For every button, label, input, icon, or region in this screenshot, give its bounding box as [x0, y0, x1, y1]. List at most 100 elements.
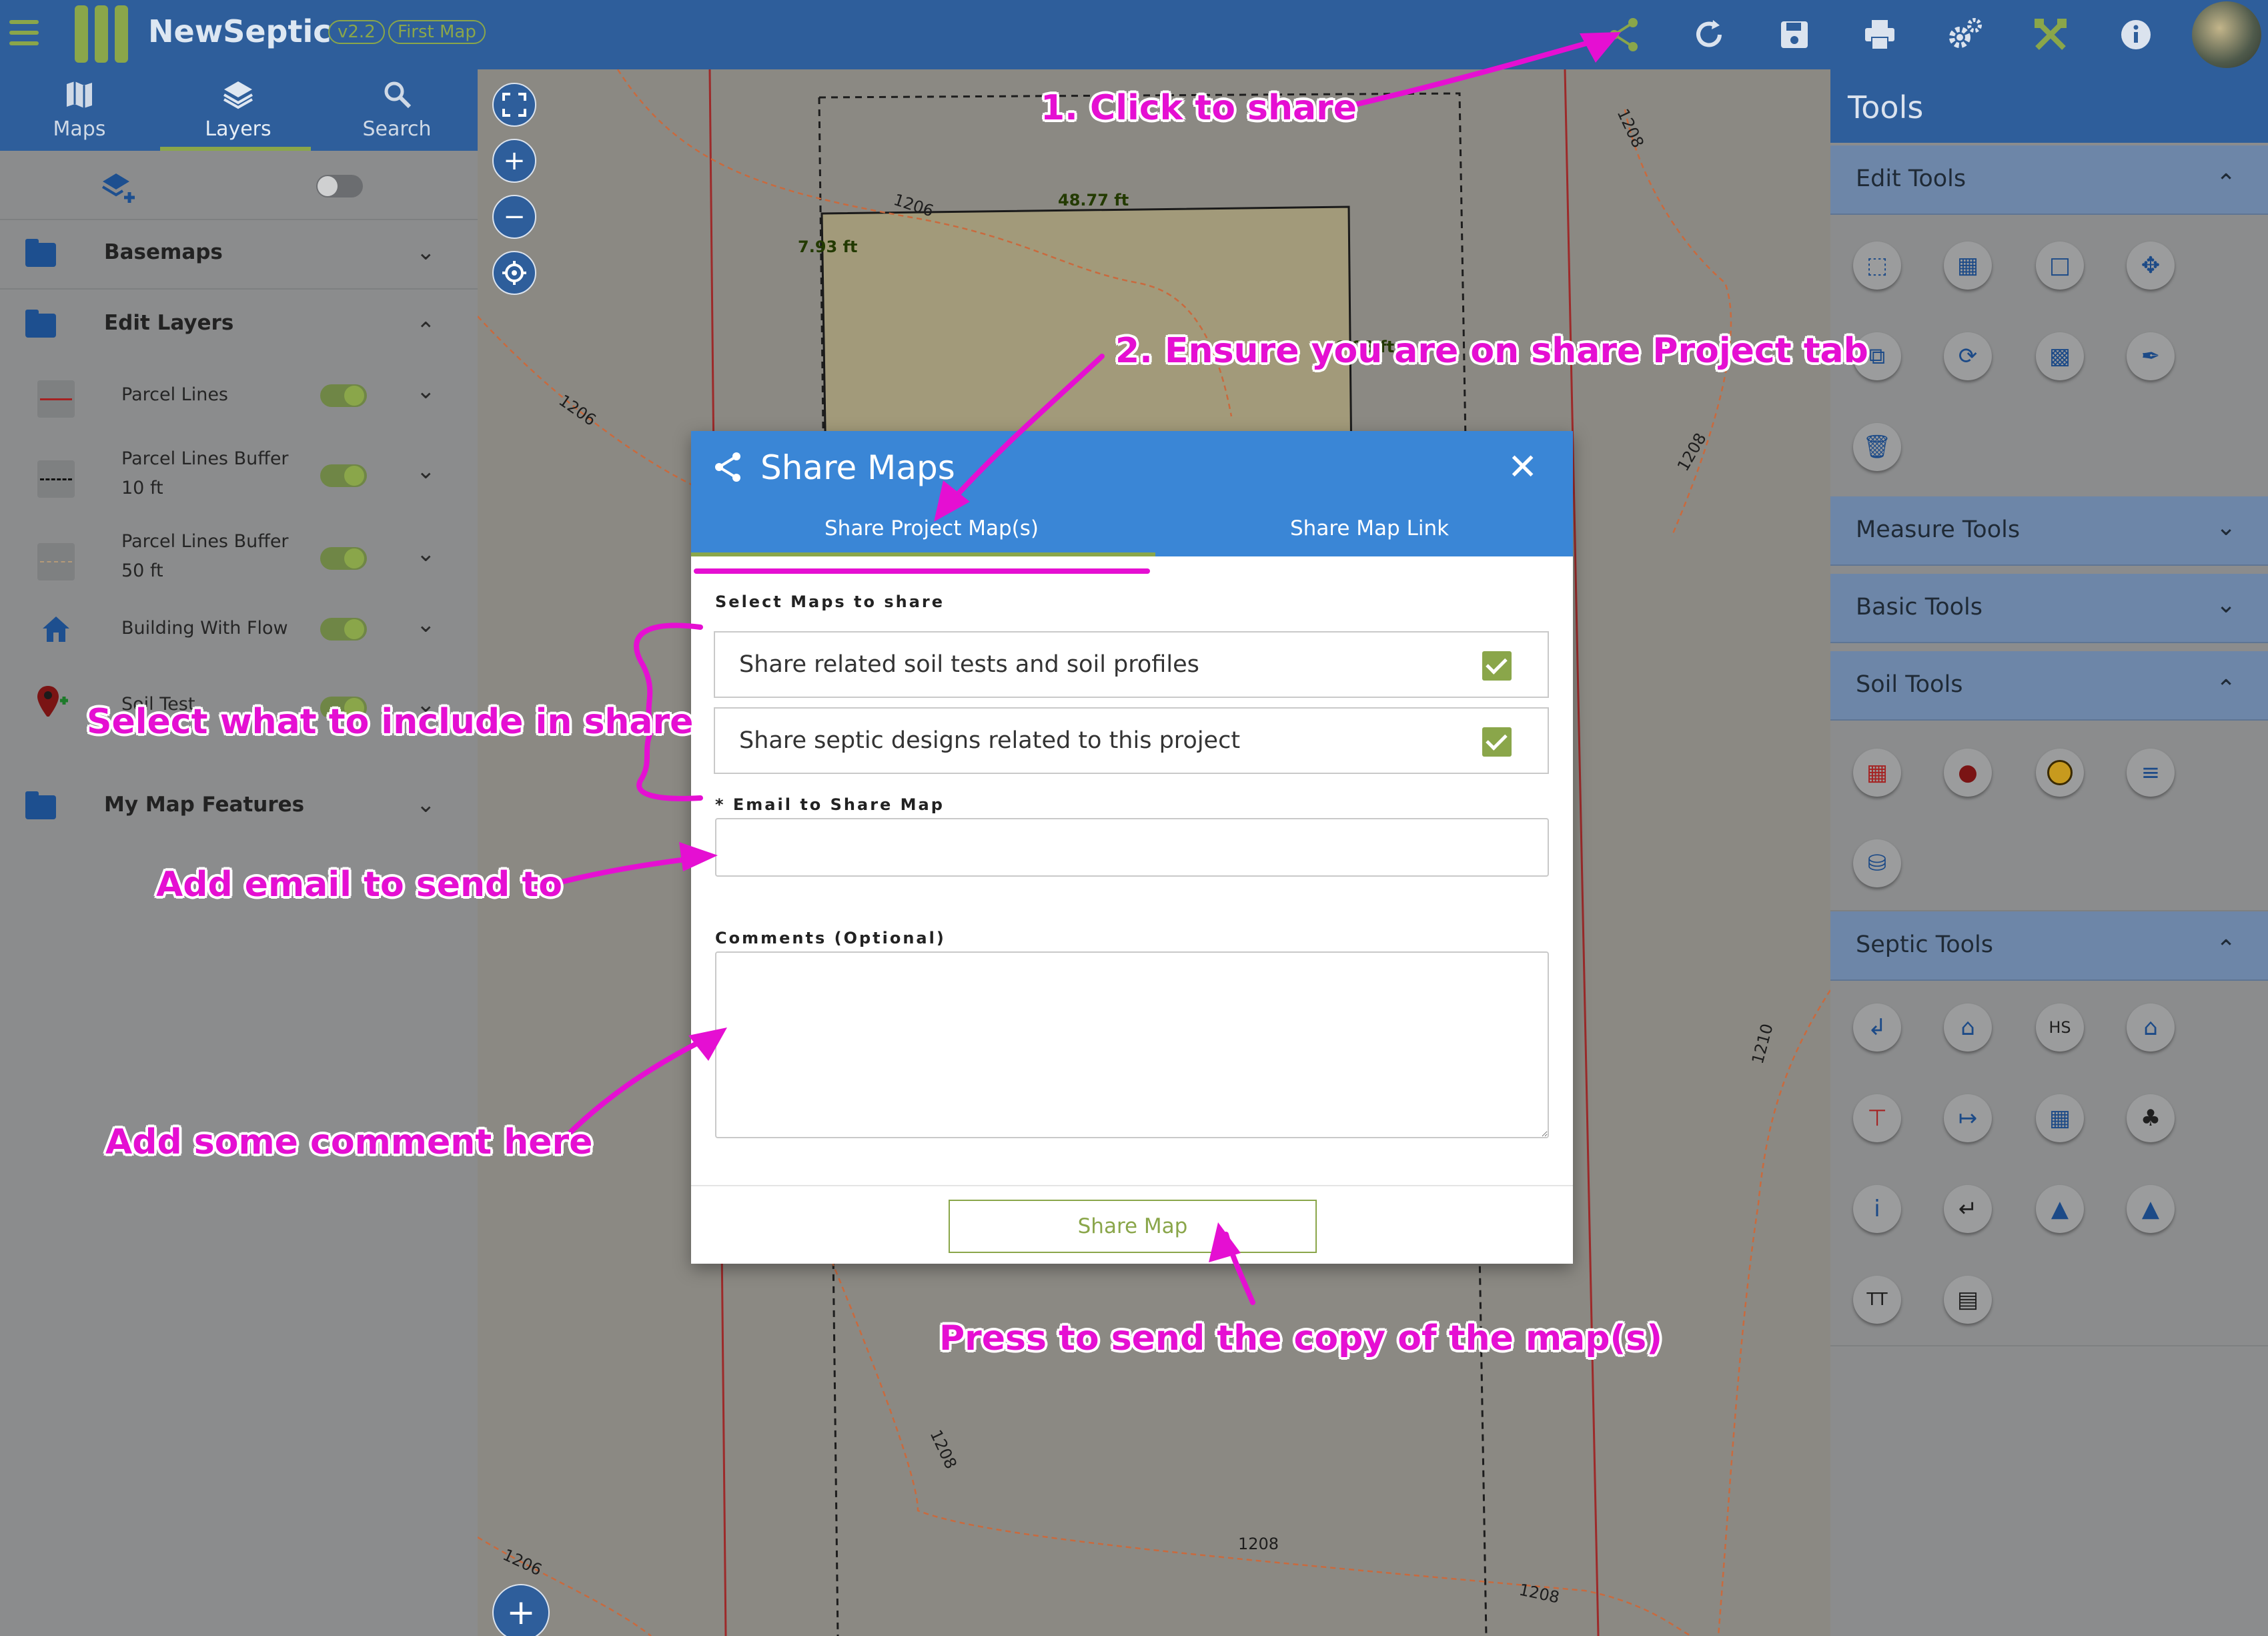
info-icon[interactable] [2116, 15, 2156, 55]
chevron-down-icon[interactable]: ⌄ [2216, 591, 2236, 619]
locate-button[interactable] [492, 251, 536, 295]
save-icon[interactable] [1774, 15, 1814, 55]
zoom-in-button[interactable]: + [492, 139, 536, 183]
comments-field[interactable] [715, 951, 1549, 1138]
settings-icon[interactable] [1945, 15, 1985, 55]
close-icon[interactable]: ✕ [1508, 446, 1538, 488]
crop-tool-icon[interactable]: □ [2036, 242, 2084, 290]
layer-toggle[interactable] [320, 464, 367, 487]
move-tool-icon[interactable]: ✥ [2127, 242, 2175, 290]
house-flow-tool-icon[interactable]: ⌂ [2127, 1003, 2175, 1052]
share-map-button[interactable]: Share Map [949, 1200, 1317, 1253]
layer-sub: 10 ft [121, 478, 163, 498]
drop-box-tool-icon[interactable]: ▲ [2036, 1185, 2084, 1233]
layer-toggle[interactable] [320, 618, 367, 641]
zoom-out-button[interactable]: − [492, 195, 536, 239]
folder-tool-icon[interactable]: ▤ [1944, 1276, 1992, 1324]
chevron-down-icon[interactable]: ⌄ [416, 791, 436, 818]
width-tool-icon[interactable]: ↦ [1944, 1094, 1992, 1142]
chevron-down-icon[interactable]: ⌄ [2216, 514, 2236, 541]
email-field[interactable] [715, 818, 1549, 877]
refresh-icon[interactable] [1689, 15, 1729, 55]
soil-circle-tool-icon[interactable] [2036, 749, 2084, 797]
group-edit-layers[interactable]: Edit Layers ⌃ [0, 291, 478, 360]
house-tool-icon[interactable]: ⌂ [1944, 1003, 1992, 1052]
chevron-down-icon[interactable]: ⌄ [416, 239, 436, 266]
section-measure-tools[interactable]: Measure Tools ⌄ [1830, 496, 2268, 566]
chevron-up-icon[interactable]: ⌃ [2216, 675, 2236, 703]
chevron-up-icon[interactable]: ⌃ [2216, 169, 2236, 197]
tree-tool-icon[interactable]: ♣ [2127, 1094, 2175, 1142]
dimension-label: 48.77 ft [1058, 191, 1129, 210]
chevron-down-icon[interactable]: ⌄ [416, 540, 436, 567]
map-name-badge: First Map [388, 20, 486, 44]
share-septic-option[interactable]: Share septic designs related to this pro… [714, 707, 1549, 774]
solid-line-symbol-icon [37, 380, 75, 418]
dimension-label: 7.93 ft [798, 238, 857, 256]
layer-toggle[interactable] [320, 384, 367, 407]
resize-tool-icon[interactable]: ▩ [2036, 332, 2084, 380]
chevron-down-icon[interactable]: ⌄ [416, 378, 436, 404]
tab-maps-label: Maps [53, 117, 106, 141]
top-bar: NewSeptic v2.2 First Map [0, 0, 2268, 69]
layers-master-toggle[interactable] [316, 175, 363, 197]
folder-icon [25, 310, 56, 338]
fullscreen-button[interactable] [492, 83, 536, 127]
tools-icon[interactable] [2031, 15, 2071, 55]
add-feature-button[interactable]: + [492, 1584, 550, 1636]
chevron-down-icon[interactable]: ⌄ [416, 611, 436, 638]
comments-label: Comments (Optional) [715, 929, 946, 947]
share-soil-option[interactable]: Share related soil tests and soil profil… [714, 631, 1549, 698]
soil-pin-tool-icon[interactable]: ● [1944, 749, 1992, 797]
tab-share-map-link[interactable]: Share Map Link [1290, 516, 1449, 540]
tank-tool-icon[interactable]: ⊤ [1853, 1094, 1901, 1142]
text-tool-icon[interactable]: TT [1853, 1276, 1901, 1324]
section-edit-tools[interactable]: Edit Tools ⌃ [1830, 145, 2268, 215]
style-tool-icon[interactable]: ✒ [2127, 332, 2175, 380]
search-icon [318, 77, 476, 113]
soil-database-icon[interactable]: ⛁ [1853, 839, 1901, 887]
tab-search[interactable]: Search [318, 69, 476, 151]
soil-profile-list-icon[interactable]: ≡ [2127, 749, 2175, 797]
add-layer-icon[interactable] [100, 168, 137, 208]
print-icon[interactable] [1860, 15, 1900, 55]
chevron-down-icon[interactable]: ⌄ [416, 458, 436, 484]
rotate-tool-icon[interactable]: ⟳ [1944, 332, 1992, 380]
house-icon [40, 614, 72, 649]
well-tool-icon[interactable]: ↵ [1944, 1185, 1992, 1233]
tab-layers-label: Layers [205, 117, 271, 141]
soil-pin-icon [33, 683, 73, 717]
tab-layers[interactable]: Layers [159, 69, 318, 151]
tab-share-project-maps[interactable]: Share Project Map(s) [824, 516, 1039, 540]
checkbox[interactable] [1482, 651, 1512, 681]
dotted-line-symbol-icon [37, 543, 75, 580]
info-label-tool-icon[interactable]: i [1853, 1185, 1901, 1233]
group-my-map-features-label: My Map Features [104, 793, 305, 817]
layer-toggle[interactable] [320, 547, 367, 570]
section-soil-tools[interactable]: Soil Tools ⌃ [1830, 651, 2268, 721]
share-icon[interactable] [1604, 15, 1644, 55]
layer-row: Parcel Lines Buffer 50 ft ⌄ [0, 519, 478, 595]
delete-tool-icon[interactable]: 🗑 [1853, 423, 1901, 471]
email-label: * Email to Share Map [715, 795, 945, 814]
chevron-up-icon[interactable]: ⌃ [416, 318, 436, 344]
chevron-up-icon[interactable]: ⌃ [2216, 935, 2236, 963]
triangle-tool-icon[interactable]: ▲ [2127, 1185, 2175, 1233]
tab-maps[interactable]: Maps [0, 69, 159, 151]
group-basemaps[interactable]: Basemaps ⌄ [0, 220, 478, 290]
modal-header: Share Maps ✕ Share Project Map(s) Share … [691, 431, 1573, 556]
user-avatar[interactable] [2192, 1, 2261, 68]
select-area-tool-icon[interactable]: ▦ [1944, 242, 1992, 290]
menu-icon[interactable] [9, 20, 39, 47]
section-basic-tools[interactable]: Basic Tools ⌄ [1830, 574, 2268, 643]
pipe-tool-icon[interactable]: ↲ [1853, 1003, 1901, 1052]
section-septic-tools[interactable]: Septic Tools ⌃ [1830, 911, 2268, 981]
section-label: Edit Tools [1856, 165, 1966, 192]
soil-test-area-icon[interactable]: ▦ [1853, 749, 1901, 797]
hs-tool-icon[interactable]: HS [2036, 1003, 2084, 1052]
group-my-map-features[interactable]: My Map Features ⌄ [0, 773, 478, 842]
select-tool-icon[interactable]: ⬚ [1853, 242, 1901, 290]
annotation-email: Add email to send to [156, 865, 562, 905]
add-shape-tool-icon[interactable]: ▦ [2036, 1094, 2084, 1142]
checkbox[interactable] [1482, 727, 1512, 757]
